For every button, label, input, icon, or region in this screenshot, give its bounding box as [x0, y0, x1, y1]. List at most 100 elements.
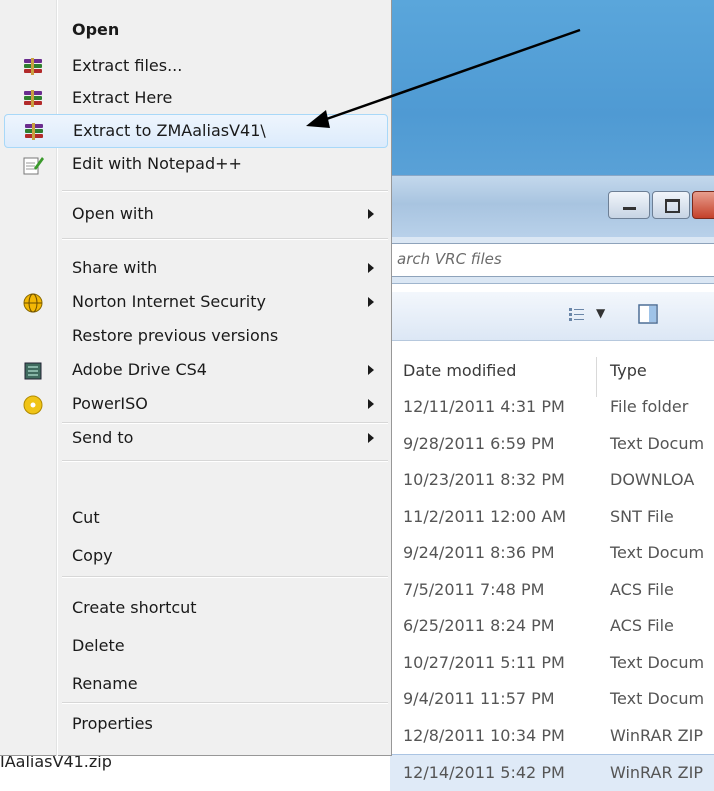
submenu-arrow-icon	[368, 297, 374, 307]
date-modified-cell: 10/23/2011 8:32 PM	[403, 470, 565, 489]
menu-item-adobe-drive-cs4[interactable]: Adobe Drive CS4	[4, 354, 388, 388]
menu-item-poweriso[interactable]: PowerISO	[4, 388, 388, 422]
date-modified-cell: 12/11/2011 4:31 PM	[403, 397, 565, 416]
type-cell: WinRAR ZIP	[610, 763, 703, 782]
table-row[interactable]: 7/5/2011 7:48 PM ACS File	[390, 572, 714, 608]
menu-item-label: Create shortcut	[72, 598, 197, 617]
table-row[interactable]: 12/11/2011 4:31 PM File folder	[390, 389, 714, 425]
type-cell: Text Docum	[610, 689, 705, 708]
table-row[interactable]: 10/23/2011 8:32 PM DOWNLOA	[390, 462, 714, 498]
chevron-down-icon[interactable]: ▼	[596, 306, 605, 320]
menu-separator	[62, 576, 388, 578]
type-cell: Text Docum	[610, 652, 705, 672]
adobe-drive-icon	[22, 360, 44, 382]
submenu-arrow-icon	[368, 365, 374, 375]
type-cell: ACS File	[610, 579, 674, 599]
table-row[interactable]: 11/2/2011 12:00 AM SNT File	[390, 499, 714, 535]
date-modified-cell: 9/24/2011 8:36 PM	[403, 543, 555, 562]
menu-item-norton-internet-security[interactable]: Norton Internet Security	[4, 286, 388, 320]
menu-separator	[62, 190, 388, 192]
menu-separator	[62, 460, 388, 462]
date-modified-cell: 12/8/2011 10:34 PM	[403, 725, 565, 745]
menu-item-label: Extract to ZMAaliasV41\	[73, 121, 266, 140]
menu-item-label: Copy	[72, 546, 113, 565]
menu-item-delete[interactable]: Delete	[4, 630, 388, 664]
type-cell: Text Docum	[610, 433, 705, 453]
desktop-background	[390, 0, 714, 190]
search-bar: arch VRC files	[388, 237, 714, 284]
table-row[interactable]: 9/28/2011 6:59 PM Text Docum	[390, 426, 714, 462]
winrar-books-icon	[23, 121, 45, 143]
menu-item-label: Edit with Notepad++	[72, 154, 242, 173]
type-cell: ACS File	[610, 616, 674, 635]
menu-separator	[62, 238, 388, 240]
menu-item-label: Norton Internet Security	[72, 292, 266, 311]
window-titlebar[interactable]	[390, 175, 714, 238]
date-modified-cell: 10/27/2011 5:11 PM	[403, 652, 565, 672]
minimize-icon	[623, 207, 636, 210]
context-menu: Open Extract files... Extract Here Extract …	[0, 0, 392, 756]
winrar-books-icon	[22, 56, 44, 78]
table-row[interactable]: 9/4/2011 11:57 PM Text Docum	[390, 681, 714, 717]
table-row[interactable]: 6/25/2011 8:24 PM ACS File	[390, 608, 714, 644]
type-cell: WinRAR ZIP	[610, 725, 703, 745]
menu-item-rename[interactable]: Rename	[4, 668, 388, 702]
menu-item-cut[interactable]: Cut	[4, 502, 388, 536]
search-input[interactable]: arch VRC files	[388, 243, 714, 277]
menu-item-label: Adobe Drive CS4	[72, 360, 207, 379]
preview-pane-icon[interactable]	[638, 304, 658, 324]
menu-item-label: PowerISO	[72, 394, 148, 413]
menu-item-label: Restore previous versions	[72, 326, 279, 345]
menu-item-label: Open	[72, 20, 120, 39]
menu-item-send-to[interactable]: Send to	[4, 422, 388, 456]
table-row[interactable]: 9/24/2011 8:36 PM Text Docum	[390, 535, 714, 571]
menu-item-share-with[interactable]: Share with	[4, 252, 388, 286]
close-button[interactable]	[692, 191, 714, 219]
column-type[interactable]: Type	[610, 361, 647, 380]
menu-item-label: Rename	[72, 674, 138, 693]
norton-globe-icon	[22, 292, 44, 314]
type-cell: Text Docum	[610, 543, 705, 562]
menu-item-label: Delete	[72, 636, 125, 655]
maximize-icon	[665, 199, 680, 213]
notepad-plus-icon	[22, 154, 44, 176]
menu-item-label: Extract Here	[72, 88, 173, 107]
menu-item-properties[interactable]: Properties	[4, 708, 388, 742]
poweriso-disc-icon	[22, 394, 44, 416]
type-cell: DOWNLOA	[610, 470, 695, 489]
menu-item-label: Share with	[72, 258, 158, 277]
menu-item-open-with[interactable]: Open with	[4, 198, 388, 232]
menu-item-open[interactable]: Open	[4, 14, 388, 48]
menu-item-label: Properties	[72, 714, 153, 733]
menu-item-label: Send to	[72, 428, 134, 447]
column-date-modified[interactable]: Date modified	[403, 361, 516, 380]
menu-item-extract-files[interactable]: Extract files...	[4, 50, 388, 84]
submenu-arrow-icon	[368, 263, 374, 273]
menu-separator	[62, 702, 388, 704]
date-modified-cell: 7/5/2011 7:48 PM	[403, 579, 545, 599]
menu-item-label: Extract files...	[72, 56, 183, 75]
table-row[interactable]: 12/8/2011 10:34 PM WinRAR ZIP	[390, 718, 714, 754]
menu-item-extract-here[interactable]: Extract Here	[4, 82, 388, 116]
type-cell: SNT File	[610, 506, 674, 526]
explorer-window: arch VRC files ▼ Date modified Type 12/1…	[388, 175, 714, 791]
menu-item-label: Open with	[72, 204, 154, 223]
minimize-button[interactable]	[608, 191, 650, 219]
table-row[interactable]: 12/14/2011 5:42 PM WinRAR ZIP	[390, 754, 714, 791]
menu-item-extract-to-zmaaliasv41[interactable]: Extract to ZMAaliasV41\	[4, 114, 388, 148]
date-modified-cell: 6/25/2011 8:24 PM	[403, 616, 555, 635]
menu-item-create-shortcut[interactable]: Create shortcut	[4, 592, 388, 626]
menu-item-restore-previous-versions[interactable]: Restore previous versions	[4, 320, 388, 354]
date-modified-cell: 9/28/2011 6:59 PM	[403, 433, 555, 453]
winrar-books-icon	[22, 88, 44, 110]
date-modified-cell: 11/2/2011 12:00 AM	[403, 506, 567, 526]
maximize-button[interactable]	[652, 191, 690, 219]
table-row[interactable]: 10/27/2011 5:11 PM Text Docum	[390, 645, 714, 681]
date-modified-cell: 9/4/2011 11:57 PM	[403, 689, 555, 708]
search-placeholder: arch VRC files	[397, 250, 502, 268]
date-modified-cell: 12/14/2011 5:42 PM	[403, 763, 565, 782]
menu-item-copy[interactable]: Copy	[4, 540, 388, 574]
menu-item-edit-with-notepad[interactable]: Edit with Notepad++	[4, 148, 388, 182]
submenu-arrow-icon	[368, 209, 374, 219]
change-view-icon[interactable]	[568, 306, 586, 324]
